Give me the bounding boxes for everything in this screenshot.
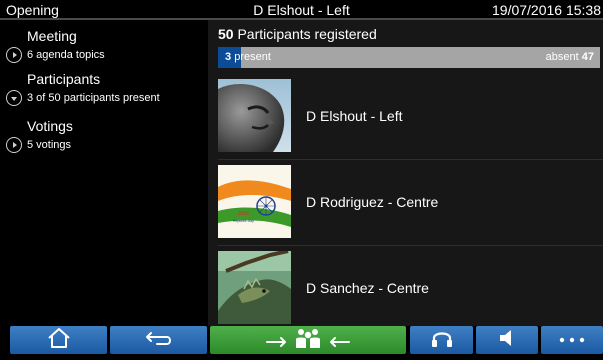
expand-right-icon	[6, 47, 22, 63]
menu-item-title: Votings	[27, 118, 73, 134]
card-year: 2016	[238, 211, 249, 217]
participant-row[interactable]: 2016 Republic Day D Rodriguez - Centre	[218, 165, 603, 251]
participants-exchange-icon	[263, 326, 353, 355]
registered-count: 50	[218, 26, 234, 42]
expand-right-icon	[6, 137, 22, 153]
more-icon	[558, 331, 586, 349]
menu-item-meeting[interactable]: Meeting 6 agenda topics	[0, 28, 208, 66]
presence-bar: 3 present absent 47	[218, 47, 600, 68]
volume-button[interactable]	[476, 326, 538, 354]
speaker-icon	[497, 328, 517, 353]
menu-item-votings[interactable]: Votings 5 votings	[0, 118, 208, 156]
back-arrow-icon	[143, 329, 175, 352]
menu-item-title: Meeting	[27, 28, 77, 44]
present-label: present	[234, 51, 271, 63]
menu-item-subtitle: 3 of 50 participants present	[27, 92, 160, 104]
participant-name: D Sanchez - Centre	[306, 280, 429, 296]
present-count: 3	[225, 51, 232, 63]
participant-photo-iguana	[218, 251, 291, 324]
participants-panel: 50 Participants registered 3 present abs…	[208, 20, 603, 326]
menu-item-participants[interactable]: Participants 3 of 50 participants presen…	[0, 71, 208, 109]
status-bar: Opening D Elshout - Left 19/07/2016 15:3…	[0, 0, 603, 20]
home-button[interactable]	[10, 326, 107, 354]
menu-item-subtitle: 6 agenda topics	[27, 49, 105, 61]
expand-down-icon	[6, 90, 22, 106]
participant-photo-india-flag-card: 2016 Republic Day	[218, 165, 291, 238]
row-divider	[218, 245, 603, 246]
absent-summary: absent 47	[546, 51, 594, 63]
menu-item-title: Participants	[27, 71, 101, 87]
participant-photo-stone-face	[218, 79, 291, 152]
participant-name: D Rodriguez - Centre	[306, 194, 439, 210]
row-divider	[218, 159, 603, 160]
home-icon	[46, 327, 72, 354]
back-button[interactable]	[110, 326, 207, 354]
participant-exchange-button[interactable]	[210, 326, 406, 354]
registered-label: Participants registered	[237, 26, 377, 42]
headphones-button[interactable]	[410, 326, 473, 354]
more-button[interactable]	[541, 326, 603, 354]
datetime-label: 19/07/2016 15:38	[492, 2, 601, 18]
menu-item-subtitle: 5 votings	[27, 139, 72, 151]
card-text: Republic Day	[233, 219, 254, 223]
navigation-menu: Meeting 6 agenda topics Participants 3 o…	[0, 20, 208, 326]
present-summary: 3 present	[225, 51, 271, 63]
participant-row[interactable]: D Sanchez - Centre	[218, 251, 603, 326]
participant-row[interactable]: D Elshout - Left	[218, 79, 603, 165]
registration-header: 50 Participants registered	[218, 26, 377, 42]
absent-count: 47	[581, 51, 594, 63]
bottom-toolbar	[0, 326, 603, 360]
participant-name: D Elshout - Left	[306, 108, 403, 124]
absent-label: absent	[545, 51, 579, 63]
headphones-icon	[431, 328, 453, 353]
